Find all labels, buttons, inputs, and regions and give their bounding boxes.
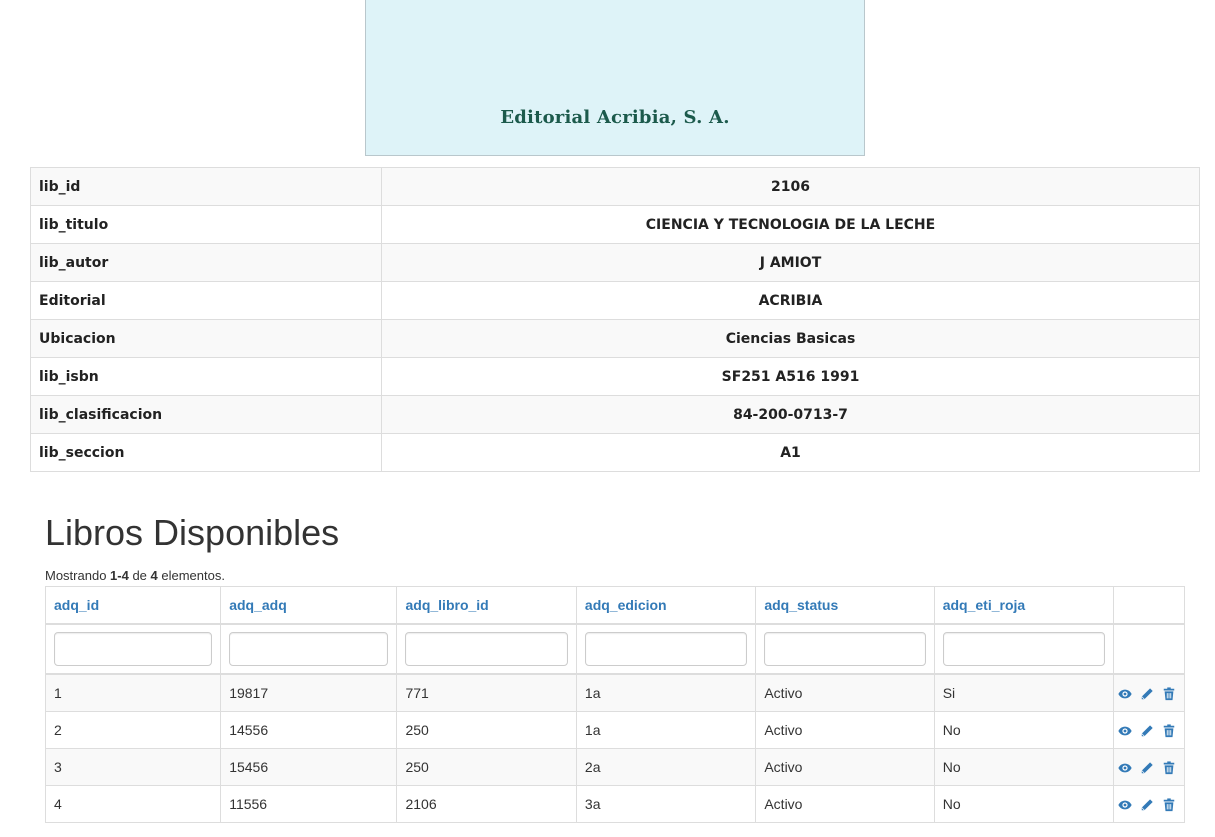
cell-adq-libro-id: 771 — [396, 673, 577, 712]
detail-row: lib_isbn SF251 A516 1991 — [30, 357, 1200, 396]
pencil-icon[interactable] — [1140, 687, 1154, 701]
detail-label: lib_seccion — [30, 433, 382, 472]
cell-adq-id: 1 — [44, 673, 222, 712]
detail-value: 84-200-0713-7 — [381, 395, 1200, 434]
cell-adq-libro-id: 250 — [396, 711, 577, 749]
detail-row: lib_autor J AMIOT — [30, 243, 1200, 282]
detail-row: Editorial ACRIBIA — [30, 281, 1200, 320]
filter-adq-adq-input[interactable] — [229, 632, 389, 666]
table-row: 2 14556 250 1a Activo No — [44, 711, 1185, 749]
section-title: Libros Disponibles — [45, 512, 340, 553]
table-row: 1 19817 771 1a Activo Si — [44, 673, 1185, 712]
cell-adq-status: Activo — [755, 711, 935, 749]
detail-value: A1 — [381, 433, 1200, 472]
detail-label: Ubicacion — [30, 319, 382, 358]
filter-adq-edicion-input[interactable] — [584, 632, 748, 666]
cover-publisher-text: Editorial Acribia, S. A. — [500, 107, 730, 128]
summary-prefix: Mostrando — [45, 568, 111, 583]
column-header-adq-edicion[interactable]: adq_edicion — [575, 586, 757, 625]
summary-suffix: elementos. — [157, 568, 225, 583]
detail-label: lib_autor — [30, 243, 382, 282]
detail-label: Editorial — [30, 281, 382, 320]
cell-adq-status: Activo — [755, 785, 935, 823]
row-actions — [1113, 785, 1185, 823]
table-row: 3 15456 250 2a Activo No — [44, 748, 1185, 786]
adquisiciones-grid: adq_id adq_adq adq_libro_id adq_edicion … — [44, 586, 1185, 823]
detail-value: SF251 A516 1991 — [381, 357, 1200, 396]
detail-label: lib_isbn — [30, 357, 382, 396]
detail-row: Ubicacion Ciencias Basicas — [30, 319, 1200, 358]
pencil-icon[interactable] — [1140, 798, 1154, 812]
eye-icon[interactable] — [1118, 687, 1132, 701]
column-header-adq-adq[interactable]: adq_adq — [220, 586, 398, 625]
detail-label: lib_clasificacion — [30, 395, 382, 434]
cell-adq-adq: 11556 — [220, 785, 398, 823]
detail-row: lib_titulo CIENCIA Y TECNOLOGIA DE LA LE… — [30, 205, 1200, 244]
pencil-icon[interactable] — [1140, 724, 1154, 738]
cell-adq-libro-id: 250 — [396, 748, 577, 786]
filter-adq-libro-id-input[interactable] — [405, 632, 568, 666]
cell-adq-adq: 15456 — [220, 748, 398, 786]
detail-label: lib_id — [30, 167, 382, 206]
cell-adq-status: Activo — [755, 673, 935, 712]
eye-icon[interactable] — [1118, 724, 1132, 738]
column-header-adq-status[interactable]: adq_status — [755, 586, 935, 625]
filter-adq-eti-roja-input[interactable] — [942, 632, 1106, 666]
cell-adq-adq: 14556 — [220, 711, 398, 749]
table-row: 4 11556 2106 3a Activo No — [44, 785, 1185, 823]
detail-value: J AMIOT — [381, 243, 1200, 282]
cell-adq-edicion: 2a — [575, 748, 757, 786]
trash-icon[interactable] — [1162, 687, 1176, 701]
pencil-icon[interactable] — [1140, 761, 1154, 775]
detail-row: lib_seccion A1 — [30, 433, 1200, 472]
column-header-adq-id[interactable]: adq_id — [44, 586, 222, 625]
book-cover-image: Editorial Acribia, S. A. — [365, 0, 865, 156]
summary-total: 4 — [150, 568, 158, 583]
book-detail-table: lib_id 2106 lib_titulo CIENCIA Y TECNOLO… — [30, 167, 1200, 472]
filter-adq-id-input[interactable] — [54, 632, 213, 666]
eye-icon[interactable] — [1118, 798, 1132, 812]
cell-adq-status: Activo — [755, 748, 935, 786]
detail-row: lib_clasificacion 84-200-0713-7 — [30, 395, 1200, 434]
grid-header-row: adq_id adq_adq adq_libro_id adq_edicion … — [44, 586, 1185, 625]
cell-adq-id: 3 — [44, 748, 222, 786]
cell-adq-edicion: 3a — [575, 785, 757, 823]
trash-icon[interactable] — [1162, 724, 1176, 738]
cell-adq-eti-roja: Si — [933, 673, 1115, 712]
filter-actions-cell — [1113, 623, 1185, 675]
summary-range: 1-4 — [110, 568, 129, 583]
column-header-adq-eti-roja[interactable]: adq_eti_roja — [933, 586, 1115, 625]
cell-adq-id: 2 — [44, 711, 222, 749]
grid-filter-row — [44, 623, 1185, 675]
cell-adq-adq: 19817 — [220, 673, 398, 712]
filter-adq-status-input[interactable] — [764, 632, 926, 666]
detail-value: CIENCIA Y TECNOLOGIA DE LA LECHE — [381, 205, 1200, 244]
detail-value: ACRIBIA — [381, 281, 1200, 320]
row-actions — [1113, 711, 1185, 749]
cell-adq-edicion: 1a — [575, 711, 757, 749]
trash-icon[interactable] — [1162, 798, 1176, 812]
results-summary: Mostrando 1-4 de 4 elementos. — [45, 568, 225, 583]
summary-mid: de — [128, 568, 151, 583]
detail-label: lib_titulo — [30, 205, 382, 244]
trash-icon[interactable] — [1162, 761, 1176, 775]
cell-adq-libro-id: 2106 — [396, 785, 577, 823]
cell-adq-eti-roja: No — [933, 748, 1115, 786]
column-header-adq-libro-id[interactable]: adq_libro_id — [396, 586, 577, 625]
row-actions — [1113, 748, 1185, 786]
detail-row: lib_id 2106 — [30, 167, 1200, 206]
cell-adq-edicion: 1a — [575, 673, 757, 712]
eye-icon[interactable] — [1118, 761, 1132, 775]
cell-adq-eti-roja: No — [933, 785, 1115, 823]
column-header-actions — [1113, 586, 1185, 625]
cell-adq-id: 4 — [44, 785, 222, 823]
row-actions — [1113, 673, 1185, 712]
detail-value: Ciencias Basicas — [381, 319, 1200, 358]
detail-value: 2106 — [381, 167, 1200, 206]
cell-adq-eti-roja: No — [933, 711, 1115, 749]
